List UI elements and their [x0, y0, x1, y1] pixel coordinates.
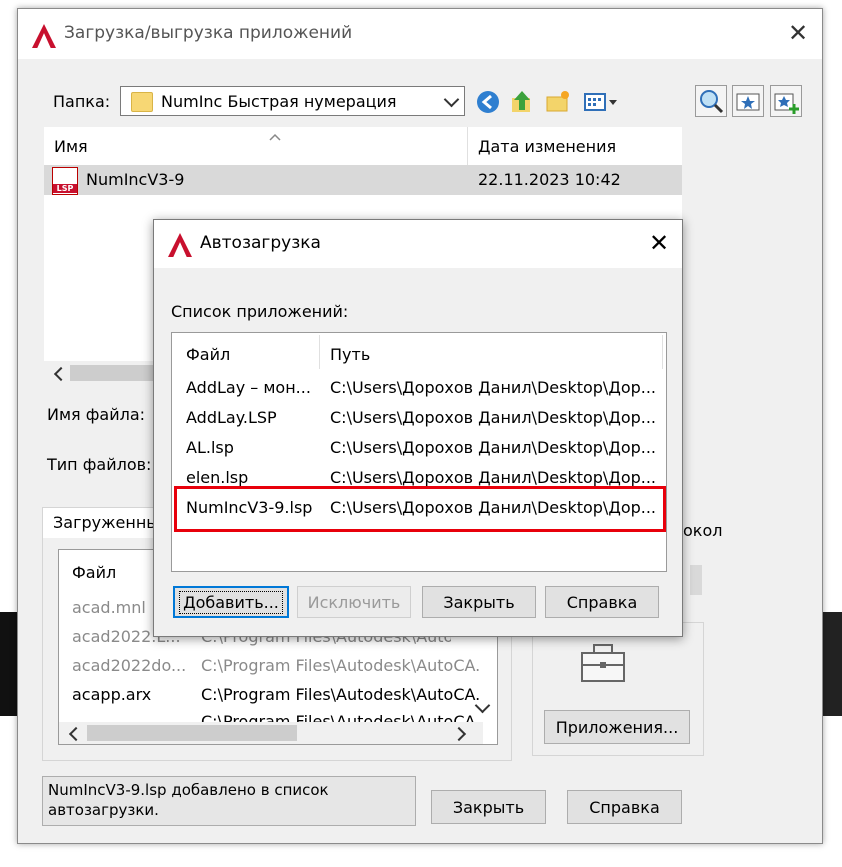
autoload-row-path: C:\Users\Дорохов Данил\Desktop\Дор...: [330, 408, 657, 427]
applications-button[interactable]: Приложения...: [544, 710, 690, 744]
app-list-label: Список приложений:: [171, 302, 349, 321]
column-divider: [319, 335, 320, 369]
column-header-name[interactable]: Имя: [54, 137, 88, 156]
web-search-icon[interactable]: [695, 85, 727, 117]
close-button[interactable]: Закрыть: [422, 586, 536, 618]
history-label-partial: окол: [683, 521, 723, 540]
add-to-favorites-icon[interactable]: [770, 85, 802, 117]
folder-label: Папка:: [53, 92, 111, 111]
add-button-label: Добавить...: [179, 590, 283, 614]
close-icon[interactable]: ✕: [649, 231, 669, 255]
file-date: 22.11.2023 10:42: [478, 170, 621, 189]
lsp-icon-text: LSP: [53, 184, 77, 193]
sort-ascending-icon: [268, 127, 281, 141]
add-button[interactable]: Добавить...: [173, 586, 289, 618]
help-button[interactable]: Справка: [545, 586, 659, 618]
loaded-app-row-path: C:\Program Files\Autodesk\AutoCA.: [201, 656, 481, 675]
column-header-path[interactable]: Путь: [330, 345, 370, 364]
autoload-row-file: AddLay – мон...: [186, 378, 311, 397]
lsp-file-icon: LSP: [52, 167, 78, 195]
close-button[interactable]: Закрыть: [431, 790, 546, 824]
loaded-app-row-path: C:\Program Files\Autodesk\AutoCA.: [201, 685, 481, 704]
autoload-app-list[interactable]: Файл Путь AddLay – мон... C:\Users\Дорох…: [171, 332, 667, 572]
filetype-label: Тип файлов:: [47, 455, 152, 474]
autoload-row[interactable]: AL.lsp C:\Users\Дорохов Данил\Desktop\До…: [172, 433, 666, 463]
briefcase-icon: [578, 641, 628, 689]
up-folder-icon[interactable]: [508, 88, 536, 116]
autocad-logo-icon: [168, 233, 192, 257]
column-header-file[interactable]: Файл: [72, 563, 116, 582]
highlight-box: [174, 486, 666, 532]
loaded-apps-tab-label: Загруженные: [53, 513, 169, 532]
new-folder-icon[interactable]: [544, 88, 572, 116]
loaded-app-row-file[interactable]: acad2022do...: [72, 656, 186, 675]
autoload-row[interactable]: AddLay.LSP C:\Users\Дорохов Данил\Deskto…: [172, 403, 666, 433]
history-checkbox-area: [690, 565, 702, 595]
column-header-date[interactable]: Дата изменения: [478, 137, 616, 156]
autoload-row-path: C:\Users\Дорохов Данил\Desktop\Дор...: [330, 438, 657, 457]
loaded-apps-tab[interactable]: Загруженные: [42, 507, 169, 538]
autoload-row-file: elen.lsp: [186, 468, 249, 487]
autoload-dialog: Автозагрузка ✕ Список приложений: Файл П…: [153, 219, 683, 637]
background-drawing-right: [822, 612, 842, 716]
scroll-right-icon[interactable]: [451, 726, 467, 742]
title-bar: Загрузка/выгрузка приложений ✕: [18, 9, 822, 59]
remove-button[interactable]: Исключить: [297, 586, 411, 618]
autoload-row-path: C:\Users\Дорохов Данил\Desktop\Дор...: [330, 378, 657, 397]
column-header-file[interactable]: Файл: [186, 345, 230, 364]
folder-value: NumInc Быстрая нумерация: [161, 92, 397, 111]
loaded-app-row-file[interactable]: acapp.arx: [72, 685, 151, 704]
autoload-title-bar: Автозагрузка ✕: [154, 220, 682, 268]
folder-icon: [131, 92, 153, 112]
scroll-left-icon[interactable]: [68, 726, 84, 742]
loaded-app-row-path: C:\Program Files\Autodesk\AutoCA...: [201, 712, 491, 722]
folder-combobox[interactable]: NumInc Быстрая нумерация: [120, 86, 465, 116]
views-menu-icon[interactable]: [582, 88, 622, 116]
file-row[interactable]: LSP NumIncV3-9 22.11.2023 10:42: [44, 165, 682, 195]
status-text: NumIncV3-9.lsp добавлено в список автоза…: [48, 781, 329, 819]
autoload-title: Автозагрузка: [200, 233, 321, 253]
loaded-app-row-file[interactable]: acad.mnl: [72, 598, 146, 617]
autocad-logo-icon: [32, 24, 56, 48]
dialog-title: Загрузка/выгрузка приложений: [64, 23, 353, 43]
autoload-row-file: AddLay.LSP: [186, 408, 277, 427]
scroll-thumb[interactable]: [87, 725, 297, 741]
filename-label: Имя файла:: [47, 405, 146, 424]
background-drawing-left: [0, 612, 17, 716]
file-name: NumIncV3-9: [86, 170, 185, 189]
column-divider: [662, 335, 663, 369]
back-icon[interactable]: [474, 88, 502, 116]
status-message: NumIncV3-9.lsp добавлено в список автоза…: [42, 776, 416, 826]
chevron-down-icon[interactable]: [443, 91, 460, 108]
autoload-row-file: AL.lsp: [186, 438, 234, 457]
column-divider: [467, 127, 468, 165]
scroll-left-icon[interactable]: [53, 366, 69, 382]
help-button[interactable]: Справка: [567, 790, 682, 824]
loaded-list-horizontal-scrollbar[interactable]: [59, 722, 483, 744]
autoload-row-path: C:\Users\Дорохов Данил\Desktop\Дор...: [330, 468, 657, 487]
close-icon[interactable]: ✕: [788, 21, 808, 45]
autoload-row[interactable]: AddLay – мон... C:\Users\Дорохов Данил\D…: [172, 373, 666, 403]
favorites-icon[interactable]: [732, 85, 764, 117]
